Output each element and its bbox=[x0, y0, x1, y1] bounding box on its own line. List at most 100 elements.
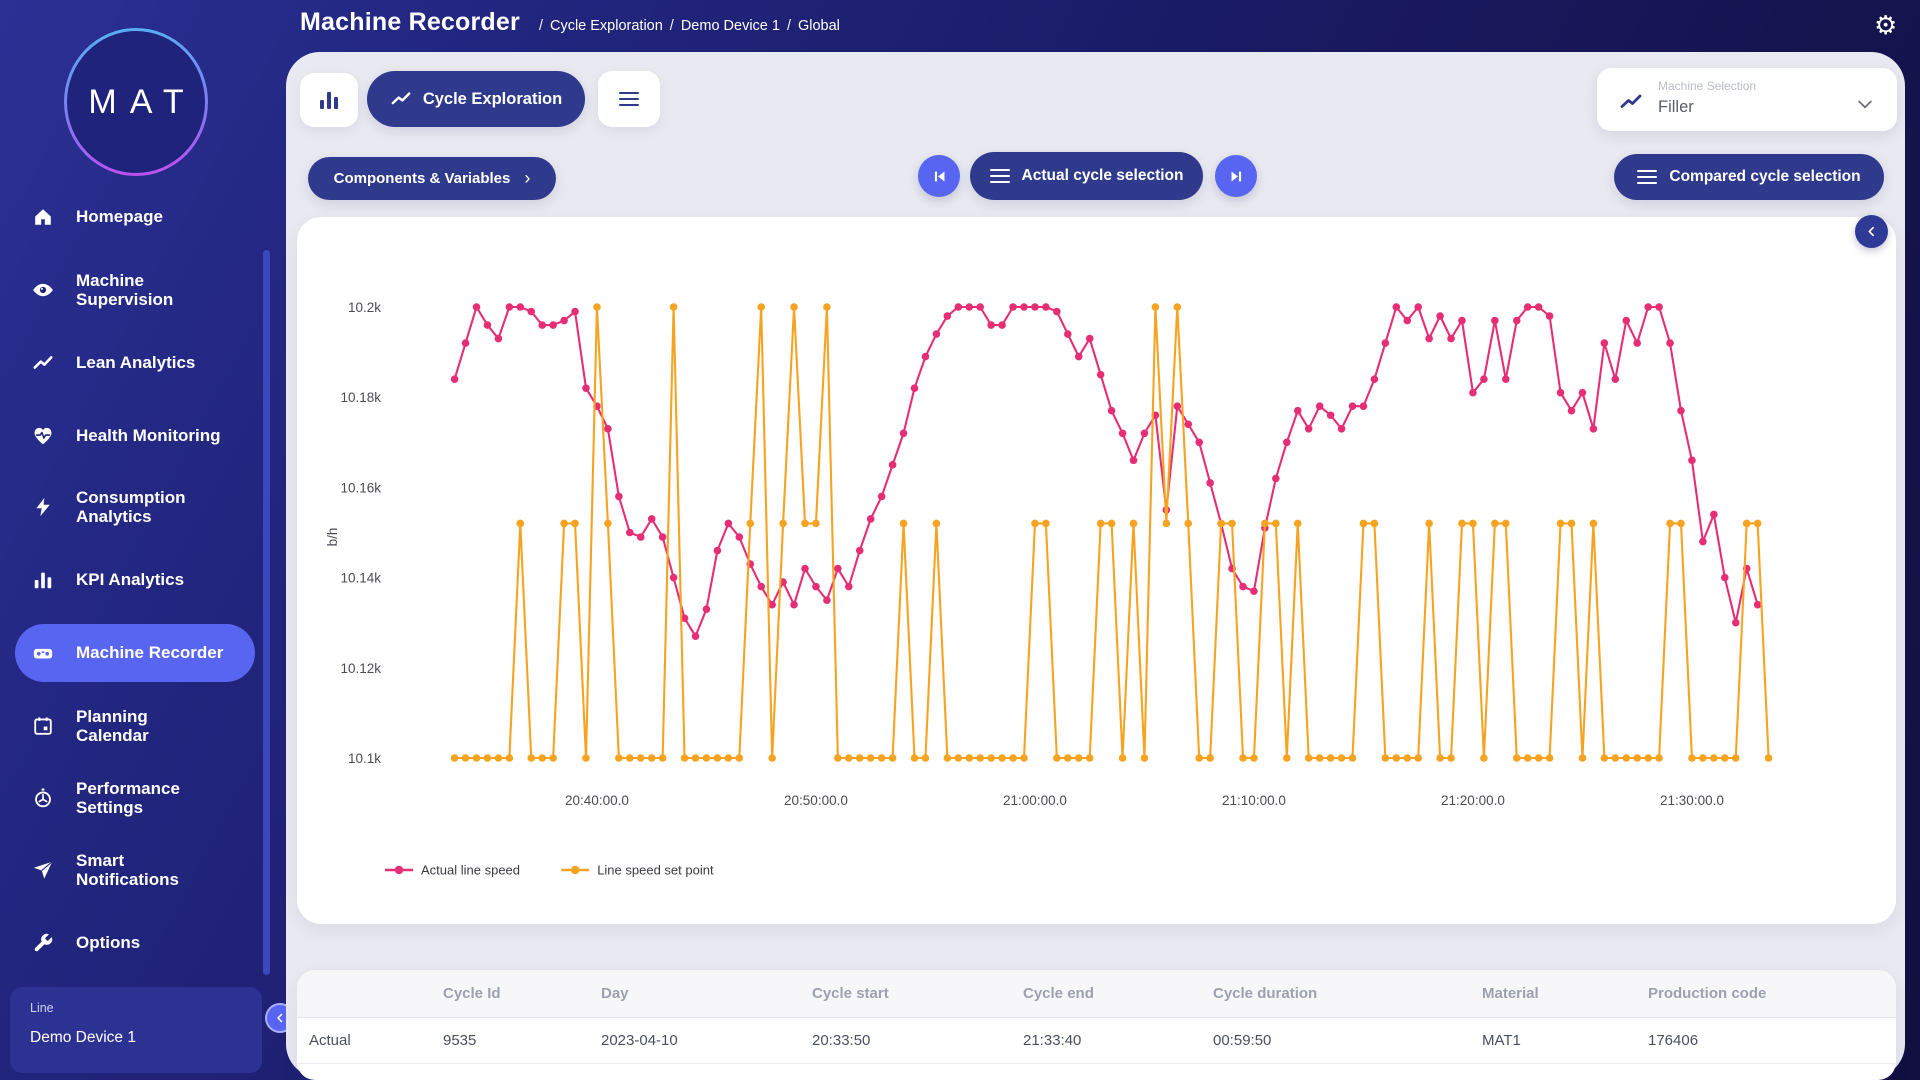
breadcrumb-item-global[interactable]: Global bbox=[798, 18, 840, 34]
skip-previous-icon bbox=[931, 168, 948, 185]
line-value: Demo Device 1 bbox=[30, 1029, 136, 1047]
sidebar-item-label: Options bbox=[76, 933, 242, 952]
svg-text:b/h: b/h bbox=[325, 528, 340, 547]
wrench-icon bbox=[32, 932, 54, 954]
app-logo: MAT bbox=[64, 28, 208, 176]
actual-cycle-selection-label: Actual cycle selection bbox=[1022, 167, 1184, 185]
svg-text:20:50:00.0: 20:50:00.0 bbox=[784, 793, 848, 808]
sidebar-item-label: Planning Calendar bbox=[76, 707, 242, 745]
column-header-cycle-start: Cycle start bbox=[802, 985, 1013, 1002]
cycle-duration-value: 00:59:50 bbox=[1203, 1032, 1472, 1049]
column-header-material: Material bbox=[1472, 985, 1638, 1002]
hamburger-icon bbox=[619, 92, 639, 107]
sidebar-item-label: KPI Analytics bbox=[76, 570, 242, 589]
bar-chart-icon bbox=[317, 88, 341, 112]
production-code-value: 176406 bbox=[1638, 1032, 1896, 1049]
column-header-day: Day bbox=[591, 985, 802, 1002]
svg-text:10.16k: 10.16k bbox=[340, 480, 381, 495]
line-selector-card[interactable]: Line Demo Device 1 bbox=[10, 987, 262, 1073]
svg-text:21:30:00.0: 21:30:00.0 bbox=[1660, 793, 1724, 808]
send-icon bbox=[32, 859, 54, 881]
chevron-right-icon: › bbox=[524, 168, 530, 189]
column-header-cycle-end: Cycle end bbox=[1013, 985, 1203, 1002]
stopwatch-icon bbox=[32, 787, 54, 809]
trend-icon bbox=[32, 352, 54, 374]
breadcrumb-item-cycle-exploration[interactable]: Cycle Exploration bbox=[550, 18, 663, 34]
sidebar-item-consumption-analytics[interactable]: Consumption Analytics bbox=[15, 478, 255, 536]
recorder-icon bbox=[32, 642, 54, 664]
sidebar-item-label: Performance Settings bbox=[76, 779, 242, 817]
cycle-id-value: 9535 bbox=[433, 1032, 591, 1049]
sidebar-item-options[interactable]: Options bbox=[15, 914, 255, 972]
svg-text:Line speed set point: Line speed set point bbox=[597, 863, 714, 878]
chevron-down-icon bbox=[1855, 94, 1875, 114]
cycle-chart[interactable]: 10.1k10.12k10.14k10.16k10.18k10.2kb/h20:… bbox=[297, 217, 1896, 924]
cycle-exploration-label: Cycle Exploration bbox=[423, 90, 562, 109]
line-label: Line bbox=[30, 1001, 54, 1015]
chevron-left-icon bbox=[274, 1012, 286, 1024]
svg-text:10.12k: 10.12k bbox=[340, 661, 381, 676]
sidebar-item-label: Homepage bbox=[76, 207, 242, 226]
row-label: Actual bbox=[299, 1032, 433, 1049]
sidebar-item-label: Consumption Analytics bbox=[76, 488, 242, 526]
hamburger-icon bbox=[990, 169, 1010, 184]
chart-view-button[interactable] bbox=[300, 73, 358, 127]
actual-cycle-selection-button[interactable]: Actual cycle selection bbox=[970, 152, 1203, 200]
machine-selection-dropdown[interactable]: Machine Selection Filler bbox=[1597, 68, 1897, 131]
previous-cycle-button[interactable] bbox=[918, 155, 960, 197]
hamburger-icon bbox=[1637, 170, 1657, 185]
column-header-cycle-duration: Cycle duration bbox=[1203, 985, 1472, 1002]
svg-text:10.18k: 10.18k bbox=[340, 390, 381, 405]
content-panel: Cycle Exploration Machine Selection Fill… bbox=[286, 52, 1905, 1078]
svg-text:21:20:00.0: 21:20:00.0 bbox=[1441, 793, 1505, 808]
column-header-cycle-id: Cycle Id bbox=[433, 985, 591, 1002]
sidebar-item-health-monitoring[interactable]: Health Monitoring bbox=[15, 407, 255, 465]
day-value: 2023-04-10 bbox=[591, 1032, 802, 1049]
material-value: MAT1 bbox=[1472, 1032, 1638, 1049]
svg-text:21:00:00.0: 21:00:00.0 bbox=[1003, 793, 1067, 808]
components-variables-label: Components & Variables bbox=[334, 170, 511, 187]
eye-icon bbox=[32, 279, 54, 301]
sidebar-item-label: Health Monitoring bbox=[76, 426, 242, 445]
sidebar-item-smart-notifications[interactable]: Smart Notifications bbox=[15, 841, 255, 899]
svg-text:10.14k: 10.14k bbox=[340, 571, 381, 586]
sidebar-item-performance-settings[interactable]: Performance Settings bbox=[15, 769, 255, 827]
svg-text:20:40:00.0: 20:40:00.0 bbox=[565, 793, 629, 808]
chart-collapse-button[interactable] bbox=[1855, 215, 1888, 248]
table-row[interactable]: Actual 9535 2023-04-10 20:33:50 21:33:40… bbox=[297, 1018, 1896, 1064]
column-header-production-code: Production code bbox=[1638, 985, 1896, 1002]
cycle-summary-table: Cycle Id Day Cycle start Cycle end Cycle… bbox=[297, 970, 1896, 1080]
sidebar-item-machine-recorder[interactable]: Machine Recorder bbox=[15, 624, 255, 682]
cycle-start-value: 20:33:50 bbox=[802, 1032, 1013, 1049]
bolt-icon bbox=[32, 496, 54, 518]
sidebar-item-lean-analytics[interactable]: Lean Analytics bbox=[15, 334, 255, 392]
sidebar-item-label: Lean Analytics bbox=[76, 353, 242, 372]
cycle-end-value: 21:33:40 bbox=[1013, 1032, 1203, 1049]
trend-icon bbox=[1619, 90, 1643, 114]
cycle-exploration-tab[interactable]: Cycle Exploration bbox=[367, 71, 585, 127]
sidebar-item-kpi-analytics[interactable]: KPI Analytics bbox=[15, 551, 255, 609]
svg-text:Actual line speed: Actual line speed bbox=[421, 863, 520, 878]
svg-text:10.2k: 10.2k bbox=[348, 300, 381, 315]
sidebar-item-planning-calendar[interactable]: Planning Calendar bbox=[15, 697, 255, 755]
next-cycle-button[interactable] bbox=[1215, 155, 1257, 197]
heart-pulse-icon bbox=[32, 425, 54, 447]
compared-cycle-selection-label: Compared cycle selection bbox=[1669, 168, 1860, 186]
breadcrumb: Machine Recorder / Cycle Exploration / D… bbox=[300, 8, 840, 37]
gear-icon[interactable]: ⚙ bbox=[1874, 10, 1897, 41]
calendar-icon bbox=[32, 715, 54, 737]
menu-button[interactable] bbox=[598, 71, 660, 127]
sidebar-scrollbar[interactable] bbox=[263, 250, 270, 975]
sidebar-item-homepage[interactable]: Homepage bbox=[15, 188, 255, 246]
logo-text: MAT bbox=[75, 83, 196, 122]
compared-cycle-selection-button[interactable]: Compared cycle selection bbox=[1614, 154, 1884, 200]
cycle-chart-card: 10.1k10.12k10.14k10.16k10.18k10.2kb/h20:… bbox=[297, 217, 1896, 924]
sidebar-item-machine-supervision[interactable]: Machine Supervision bbox=[15, 261, 255, 319]
breadcrumb-separator: / bbox=[787, 18, 791, 34]
components-variables-button[interactable]: Components & Variables › bbox=[308, 157, 556, 200]
machine-selection-label: Machine Selection bbox=[1658, 79, 1756, 93]
breadcrumb-separator: / bbox=[539, 18, 543, 34]
chevron-left-icon bbox=[1865, 225, 1878, 238]
page-title: Machine Recorder bbox=[300, 8, 520, 37]
breadcrumb-item-demo-device[interactable]: Demo Device 1 bbox=[681, 18, 780, 34]
